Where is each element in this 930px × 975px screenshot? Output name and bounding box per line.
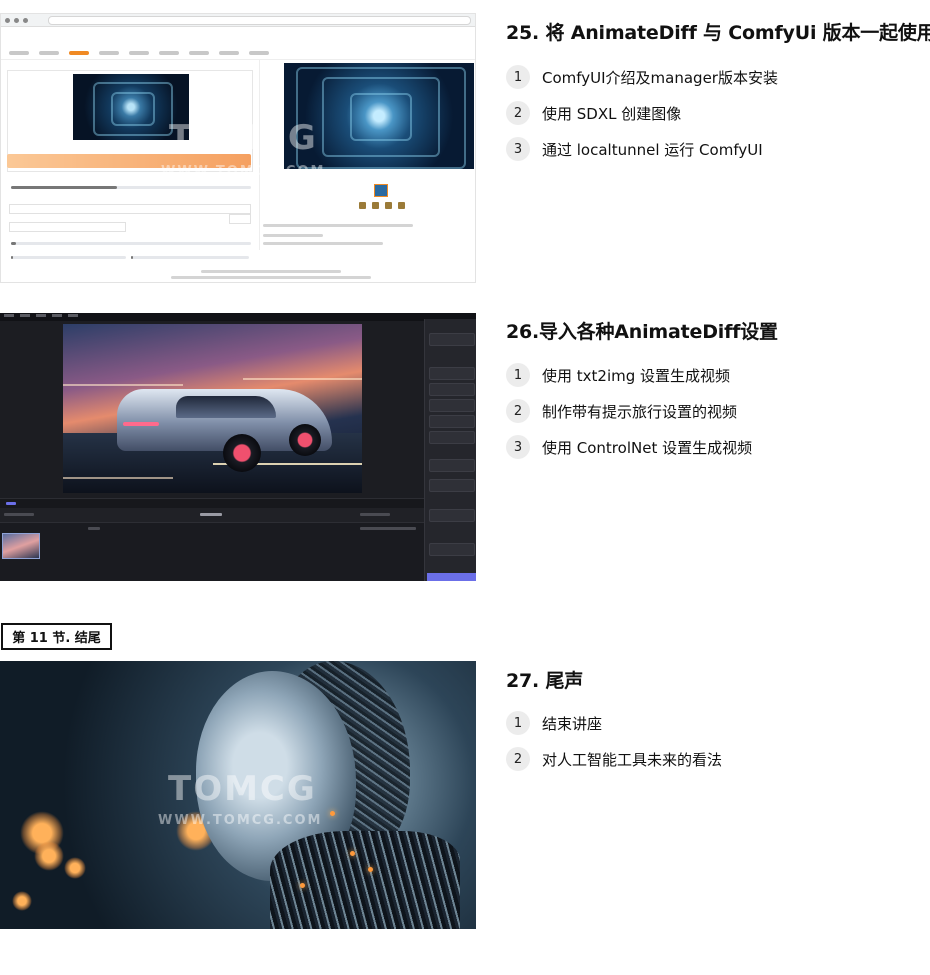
- back-icon: [5, 17, 10, 23]
- time-taken: [263, 234, 323, 237]
- list-item: 3 使用 ControlNet 设置生成视频: [506, 429, 752, 465]
- clip-thumbnail: [2, 533, 40, 559]
- item-text: ComfyUI介绍及manager版本安装: [542, 68, 778, 87]
- upscaler-select: [9, 204, 251, 214]
- result-actions: [359, 202, 405, 209]
- forward-icon: [14, 17, 19, 23]
- item-number: 1: [506, 363, 530, 387]
- tab: [219, 51, 239, 55]
- webui-tabs: [1, 47, 475, 60]
- media-panel: [0, 522, 424, 581]
- item-text: 使用 ControlNet 设置生成视频: [542, 438, 753, 457]
- screenshot-video-editor: [0, 313, 476, 581]
- item-text: 使用 txt2img 设置生成视频: [542, 366, 731, 385]
- upscaler2-select: [9, 222, 126, 232]
- watermark-logo: TOMCG: [168, 769, 317, 809]
- playback-controls: [0, 508, 424, 522]
- robot-neck: [270, 831, 460, 929]
- list-item: 3 通过 localtunnel 运行 ComfyUI: [506, 131, 778, 167]
- item-number: 2: [506, 747, 530, 771]
- lesson-list-26: 1 使用 txt2img 设置生成视频 2 制作带有提示旅行设置的视频 3 使用 Co…: [506, 357, 752, 465]
- list-item: 1 结束讲座: [506, 705, 722, 741]
- gfpgan-slider: [11, 242, 251, 245]
- list-item: 2 制作带有提示旅行设置的视频: [506, 393, 752, 429]
- browser-toolbar: [1, 14, 475, 27]
- item-text: 制作带有提示旅行设置的视频: [542, 402, 738, 421]
- footer-versions: [171, 276, 371, 279]
- item-number: 2: [506, 399, 530, 423]
- watermark-url: WWW.TOMCG.COM: [158, 813, 323, 828]
- tab-extras: [69, 51, 89, 55]
- item-number: 3: [506, 435, 530, 459]
- watermark-logo: TOMCG: [169, 118, 318, 158]
- item-text: 对人工智能工具未来的看法: [542, 750, 723, 769]
- item-number: 2: [506, 101, 530, 125]
- item-text: 结束讲座: [542, 714, 603, 733]
- settings-sidebar: [424, 319, 476, 581]
- list-item: 2 使用 SDXL 创建图像: [506, 95, 778, 131]
- list-item: 1 ComfyUI介绍及manager版本安装: [506, 59, 778, 95]
- item-number: 1: [506, 711, 530, 735]
- item-number: 3: [506, 137, 530, 161]
- item-number: 1: [506, 65, 530, 89]
- item-text: 使用 SDXL 创建图像: [542, 104, 682, 123]
- codeformer-weight-slider: [131, 256, 249, 259]
- reload-icon: [23, 17, 28, 23]
- tab: [189, 51, 209, 55]
- list-item: 1 使用 txt2img 设置生成视频: [506, 357, 752, 393]
- watermark-url: WWW.TOMCG.COM: [161, 164, 326, 179]
- export-button: [427, 573, 476, 581]
- folder-icon: [359, 202, 366, 209]
- video-preview: [63, 324, 362, 493]
- tab: [39, 51, 59, 55]
- vram-info: [263, 242, 383, 245]
- image-robot-portrait: TOMCG WWW.TOMCG.COM: [0, 661, 476, 929]
- ruler-icon: [398, 202, 405, 209]
- scale-slider: [11, 186, 251, 189]
- lesson-list-27: 1 结束讲座 2 对人工智能工具未来的看法: [506, 705, 722, 777]
- section-title-26: 26.导入各种AnimateDiff设置: [506, 321, 778, 343]
- save-icon: [372, 202, 379, 209]
- item-text: 通过 localtunnel 运行 ComfyUI: [542, 140, 763, 159]
- screenshot-stable-diffusion-webui: TOMCG WWW.TOMCG.COM: [0, 13, 476, 283]
- codeformer-slider: [11, 256, 126, 259]
- gallery-thumbnail: [374, 184, 388, 197]
- tab: [159, 51, 179, 55]
- section-title-27: 27. 尾声: [506, 670, 584, 692]
- tab: [129, 51, 149, 55]
- tab: [249, 51, 269, 55]
- list-item: 2 对人工智能工具未来的看法: [506, 741, 722, 777]
- section-title-25: 25. 将 AnimateDiff 与 ComfyUi 版本一起使用: [506, 22, 930, 44]
- address-bar: [48, 15, 471, 25]
- tab: [99, 51, 119, 55]
- footer-links: [201, 270, 341, 273]
- postprocess-info: [263, 224, 413, 227]
- tab: [9, 51, 29, 55]
- editor-menubar: [0, 313, 476, 321]
- palette-icon: [385, 202, 392, 209]
- visibility-field: [229, 214, 251, 224]
- section-label: 第 11 节. 结尾: [1, 623, 112, 650]
- lesson-list-25: 1 ComfyUI介绍及manager版本安装 2 使用 SDXL 创建图像 3 通过…: [506, 59, 778, 167]
